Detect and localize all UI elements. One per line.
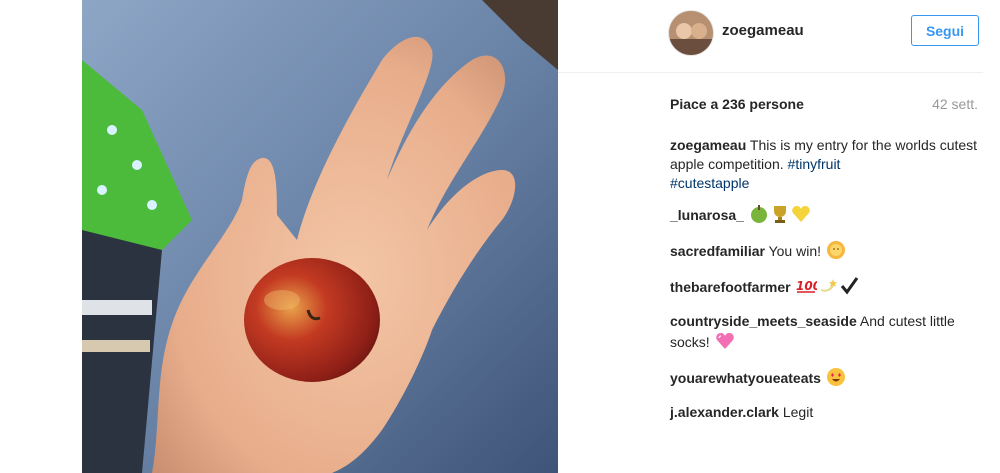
avatar[interactable] bbox=[668, 10, 714, 56]
likes-count[interactable]: Piace a 236 persone bbox=[670, 96, 804, 112]
comment-username[interactable]: countryside_meets_seaside bbox=[670, 313, 857, 329]
comment-text: Legit bbox=[782, 404, 814, 420]
post-sidebar: zoegameau Segui Piace a 236 persone 42 s… bbox=[558, 0, 1000, 473]
svg-text:100: 100 bbox=[796, 279, 817, 293]
dizzy-icon bbox=[818, 276, 838, 301]
hashtag-cutestapple[interactable]: #cutestapple bbox=[670, 175, 749, 191]
avatar-image bbox=[669, 11, 713, 55]
caption-username[interactable]: zoegameau bbox=[670, 137, 746, 153]
follow-button[interactable]: Segui bbox=[911, 15, 979, 46]
comment-item: youarewhatyoueateats bbox=[670, 367, 985, 392]
pink-heart-icon bbox=[715, 331, 735, 356]
comment-item: thebarefootfarmer 100 bbox=[670, 276, 985, 301]
comment-item: _lunarosa_ bbox=[670, 204, 985, 229]
comment-item: sacredfamiliar You win! bbox=[670, 240, 985, 265]
check-mark-icon bbox=[839, 276, 859, 301]
photo-of-apple-in-hand bbox=[82, 0, 558, 473]
likes-row: Piace a 236 persone 42 sett. bbox=[670, 96, 978, 116]
post-author-username[interactable]: zoegameau bbox=[722, 22, 804, 39]
comment-item: countryside_meets_seaside And cutest lit… bbox=[670, 312, 985, 356]
green-apple-icon bbox=[749, 204, 769, 229]
yellow-heart-icon bbox=[791, 204, 811, 229]
comments-list: zoegameau This is my entry for the world… bbox=[670, 136, 985, 433]
heart-eyes-icon bbox=[826, 367, 846, 392]
comment-text: You win! bbox=[768, 243, 822, 259]
comment-username[interactable]: youarewhatyoueateats bbox=[670, 370, 821, 386]
caption: zoegameau This is my entry for the world… bbox=[670, 136, 985, 193]
comment-username[interactable]: sacredfamiliar bbox=[670, 243, 765, 259]
post-photo[interactable] bbox=[82, 0, 558, 473]
comment-item: j.alexander.clark Legit bbox=[670, 403, 985, 422]
post-timestamp[interactable]: 42 sett. bbox=[932, 96, 978, 112]
post-header: zoegameau Segui bbox=[558, 0, 983, 73]
comment-username[interactable]: _lunarosa_ bbox=[670, 207, 744, 223]
comment-username[interactable]: thebarefootfarmer bbox=[670, 279, 791, 295]
trophy-icon bbox=[770, 204, 790, 229]
comment-username[interactable]: j.alexander.clark bbox=[670, 404, 779, 420]
sun-face-icon bbox=[826, 240, 846, 265]
hundred-points-icon: 100 bbox=[795, 276, 821, 301]
hashtag-tinyfruit[interactable]: #tinyfruit bbox=[788, 156, 841, 172]
